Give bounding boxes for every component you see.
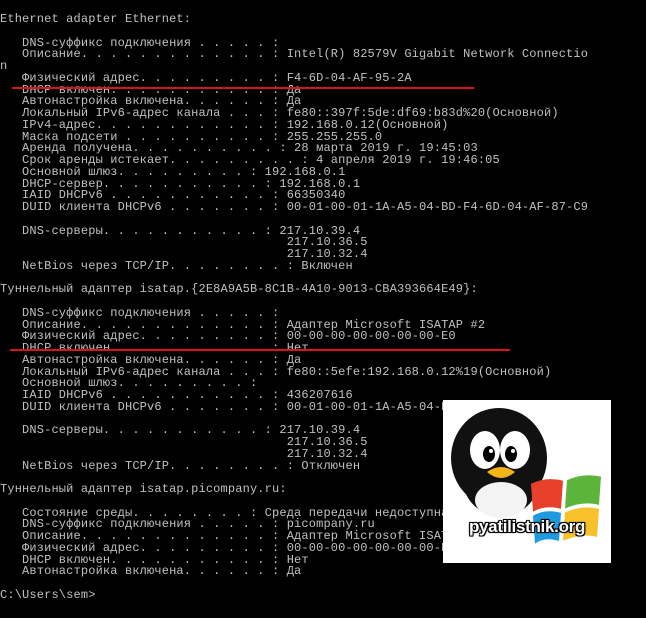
console-line: Туннельный адаптер isatap.picompany.ru: <box>0 482 287 496</box>
console-line: NetBios через TCP/IP. . . . . . . . : От… <box>0 458 361 473</box>
console-line: IPv4-адрес. . . . . . . . . . . . : 192.… <box>0 117 449 132</box>
logo-text: pyatilistnik.org <box>468 517 586 536</box>
console-line: Описание. . . . . . . . . . . . . : Inte… <box>0 47 589 62</box>
console-line: Туннельный адаптер isatap.{2E8A9A5B-8C1B… <box>0 282 478 297</box>
console-line: C:\Users\sem> <box>0 587 96 602</box>
console-line: DUID клиента DHCPv6 . . . . . . . : 00-0… <box>0 200 589 214</box>
penguin-windows-icon <box>451 408 601 544</box>
console-window[interactable]: Ethernet adapter Ethernet: DNS-суффикс п… <box>0 0 646 618</box>
console-line: NetBios через TCP/IP. . . . . . . . : Вк… <box>0 258 353 273</box>
console-line: DNS-суффикс подключения . . . . . : <box>0 305 280 320</box>
console-line: Физический адрес. . . . . . . . . : 00-0… <box>0 540 456 555</box>
console-line: Физический адрес. . . . . . . . . : F4-6… <box>0 70 412 85</box>
site-logo: pyatilistnik.org <box>443 400 611 563</box>
console-line: Автонастройка включена. . . . . . : Да <box>0 564 302 579</box>
console-line: Автонастройка включена. . . . . . : Да <box>0 352 302 367</box>
console-line: Ethernet adapter Ethernet: <box>0 12 192 26</box>
highlight-underline-mac-ethernet <box>12 87 474 89</box>
console-line: Основной шлюз. . . . . . . . . : 192.168… <box>0 164 346 179</box>
console-line: 217.10.32.4 <box>0 446 368 461</box>
highlight-underline-mac-isatap <box>10 349 510 351</box>
